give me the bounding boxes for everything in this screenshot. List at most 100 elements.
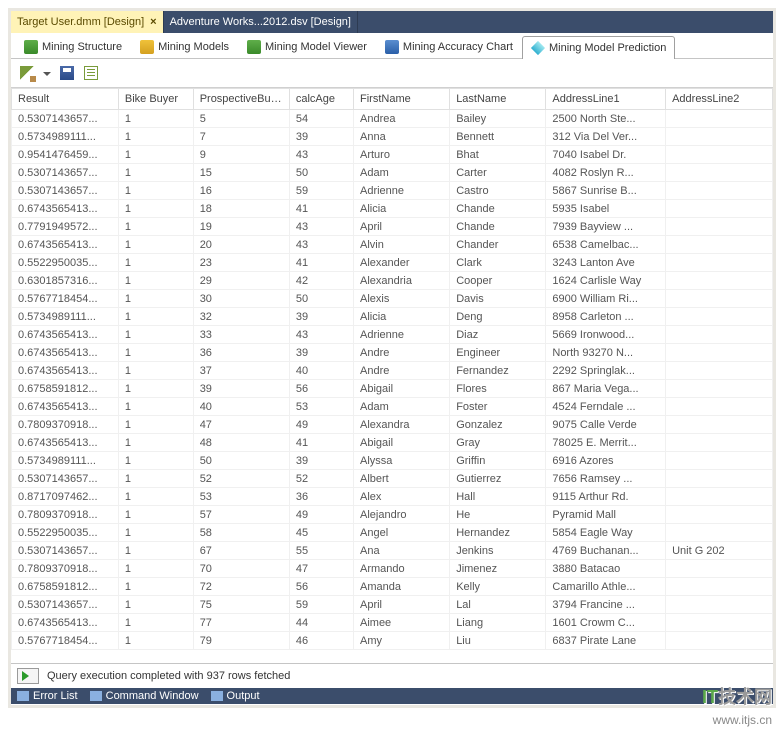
save-button[interactable] bbox=[57, 63, 77, 83]
singleton-query-button[interactable] bbox=[81, 63, 101, 83]
table-row[interactable]: 0.5734989111...15039AlyssaGriffin6916 Az… bbox=[12, 452, 773, 470]
cell bbox=[666, 200, 773, 218]
cell: 7040 Isabel Dr. bbox=[546, 146, 666, 164]
table-row[interactable]: 0.8717097462...15336AlexHall9115 Arthur … bbox=[12, 488, 773, 506]
table-row[interactable]: 0.5307143657...17559AprilLal3794 Francin… bbox=[12, 596, 773, 614]
cell: 47 bbox=[193, 416, 289, 434]
tab-label: Mining Model Prediction bbox=[549, 42, 666, 54]
cell: 42 bbox=[289, 272, 353, 290]
main-tab[interactable]: Mining Model Prediction bbox=[522, 36, 675, 59]
column-header[interactable]: Bike Buyer bbox=[118, 89, 193, 110]
table-row[interactable]: 0.7809370918...14749AlexandraGonzalez907… bbox=[12, 416, 773, 434]
cell: Gray bbox=[450, 434, 546, 452]
cell: 6900 William Ri... bbox=[546, 290, 666, 308]
table-row[interactable]: 0.6743565413...17744AimeeLiang1601 Crowm… bbox=[12, 614, 773, 632]
column-header[interactable]: LastName bbox=[450, 89, 546, 110]
cell: 1 bbox=[118, 416, 193, 434]
cell: 1 bbox=[118, 344, 193, 362]
column-header[interactable]: Result bbox=[12, 89, 119, 110]
column-header[interactable]: ProspectiveBuy... bbox=[193, 89, 289, 110]
tool-window-tab[interactable]: Error List bbox=[33, 690, 78, 702]
cell: Aimee bbox=[354, 614, 450, 632]
cell: 39 bbox=[193, 380, 289, 398]
table-row[interactable]: 0.5734989111...1739AnnaBennett312 Via De… bbox=[12, 128, 773, 146]
table-row[interactable]: 0.5522950035...12341AlexanderClark3243 L… bbox=[12, 254, 773, 272]
cell bbox=[666, 506, 773, 524]
table-row[interactable]: 0.5767718454...13050AlexisDavis6900 Will… bbox=[12, 290, 773, 308]
cell: 7 bbox=[193, 128, 289, 146]
table-row[interactable]: 0.5767718454...17946AmyLiu6837 Pirate La… bbox=[12, 632, 773, 650]
table-row[interactable]: 0.5307143657...11659AdrienneCastro5867 S… bbox=[12, 182, 773, 200]
table-row[interactable]: 0.7809370918...17047ArmandoJimenez3880 B… bbox=[12, 560, 773, 578]
cell: 0.6743565413... bbox=[12, 362, 119, 380]
doc-tab[interactable]: Adventure Works...2012.dsv [Design] bbox=[164, 11, 358, 33]
cell: 41 bbox=[289, 434, 353, 452]
cell: North 93270 N... bbox=[546, 344, 666, 362]
cell: 0.6743565413... bbox=[12, 398, 119, 416]
table-row[interactable]: 0.5307143657...16755AnaJenkins4769 Bucha… bbox=[12, 542, 773, 560]
table-row[interactable]: 0.6743565413...12043AlvinChander6538 Cam… bbox=[12, 236, 773, 254]
tool-window-icon bbox=[17, 691, 29, 701]
cell: 5867 Sunrise B... bbox=[546, 182, 666, 200]
table-row[interactable]: 0.6743565413...13639AndreEngineerNorth 9… bbox=[12, 344, 773, 362]
doc-tab-label: Adventure Works...2012.dsv [Design] bbox=[170, 16, 351, 28]
main-tab-strip: Mining StructureMining Models Mining Mode… bbox=[15, 35, 769, 58]
table-row[interactable]: 0.6758591812...13956AbigailFlores867 Mar… bbox=[12, 380, 773, 398]
cell: Adam bbox=[354, 398, 450, 416]
cell: 1 bbox=[118, 326, 193, 344]
table-row[interactable]: 0.7791949572...11943AprilChande7939 Bayv… bbox=[12, 218, 773, 236]
table-row[interactable]: 0.9541476459...1943ArturoBhat7040 Isabel… bbox=[12, 146, 773, 164]
design-switch-button[interactable] bbox=[17, 63, 37, 83]
column-header[interactable]: AddressLine1 bbox=[546, 89, 666, 110]
table-row[interactable]: 0.5307143657...15252AlbertGutierrez7656 … bbox=[12, 470, 773, 488]
cell: 72 bbox=[193, 578, 289, 596]
cell: 1 bbox=[118, 614, 193, 632]
main-tab[interactable]: Mining Accuracy Chart bbox=[376, 35, 522, 58]
cell: 9115 Arthur Rd. bbox=[546, 488, 666, 506]
tool-window-tab[interactable]: Output bbox=[227, 690, 260, 702]
cell: 0.5307143657... bbox=[12, 596, 119, 614]
cell: 0.5307143657... bbox=[12, 470, 119, 488]
execute-icon[interactable] bbox=[17, 668, 39, 684]
table-row[interactable]: 0.6758591812...17256AmandaKellyCamarillo… bbox=[12, 578, 773, 596]
tab-label: Mining Model Viewer bbox=[265, 41, 367, 53]
cell: Lal bbox=[450, 596, 546, 614]
table-row[interactable]: 0.6743565413...13343AdrienneDiaz5669 Iro… bbox=[12, 326, 773, 344]
close-icon[interactable]: × bbox=[150, 16, 156, 28]
cell: 0.6758591812... bbox=[12, 380, 119, 398]
table-row[interactable]: 0.6743565413...11841AliciaChande5935 Isa… bbox=[12, 200, 773, 218]
cell: 0.8717097462... bbox=[12, 488, 119, 506]
toolbar bbox=[11, 59, 773, 88]
tool-window-tab[interactable]: Command Window bbox=[106, 690, 199, 702]
cell bbox=[666, 344, 773, 362]
cell: 20 bbox=[193, 236, 289, 254]
doc-tab[interactable]: Target User.dmm [Design]× bbox=[11, 11, 164, 33]
table-row[interactable]: 0.5307143657...11550AdamCarter4082 Rosly… bbox=[12, 164, 773, 182]
cell: 2500 North Ste... bbox=[546, 110, 666, 128]
column-header[interactable]: calcAge bbox=[289, 89, 353, 110]
cell: Fernandez bbox=[450, 362, 546, 380]
table-row[interactable]: 0.5734989111...13239AliciaDeng8958 Carle… bbox=[12, 308, 773, 326]
cell: 4769 Buchanan... bbox=[546, 542, 666, 560]
cell: 67 bbox=[193, 542, 289, 560]
table-row[interactable]: 0.5522950035...15845AngelHernandez5854 E… bbox=[12, 524, 773, 542]
column-header[interactable]: FirstName bbox=[354, 89, 450, 110]
cell: Alexandra bbox=[354, 416, 450, 434]
cell: 78025 E. Merrit... bbox=[546, 434, 666, 452]
cell: Liu bbox=[450, 632, 546, 650]
main-tab[interactable]: Mining Structure bbox=[15, 35, 131, 58]
result-grid[interactable]: ResultBike BuyerProspectiveBuy...calcAge… bbox=[11, 88, 773, 650]
column-header[interactable]: AddressLine2 bbox=[666, 89, 773, 110]
table-row[interactable]: 0.7809370918...15749AlejandroHePyramid M… bbox=[12, 506, 773, 524]
table-row[interactable]: 0.5307143657...1554AndreaBailey2500 Nort… bbox=[12, 110, 773, 128]
main-tab[interactable]: Mining Models bbox=[131, 35, 238, 58]
design-switch-dropdown[interactable] bbox=[41, 63, 53, 83]
table-row[interactable]: 0.6301857316...12942AlexandriaCooper1624… bbox=[12, 272, 773, 290]
table-row[interactable]: 0.6743565413...14053AdamFoster4524 Fernd… bbox=[12, 398, 773, 416]
cell: 0.6743565413... bbox=[12, 236, 119, 254]
table-row[interactable]: 0.6743565413...14841AbigailGray78025 E. … bbox=[12, 434, 773, 452]
main-tab[interactable]: Mining Model Viewer bbox=[238, 35, 376, 58]
table-row[interactable]: 0.6743565413...13740AndreFernandez2292 S… bbox=[12, 362, 773, 380]
cell: 0.5307143657... bbox=[12, 110, 119, 128]
cell: 1624 Carlisle Way bbox=[546, 272, 666, 290]
